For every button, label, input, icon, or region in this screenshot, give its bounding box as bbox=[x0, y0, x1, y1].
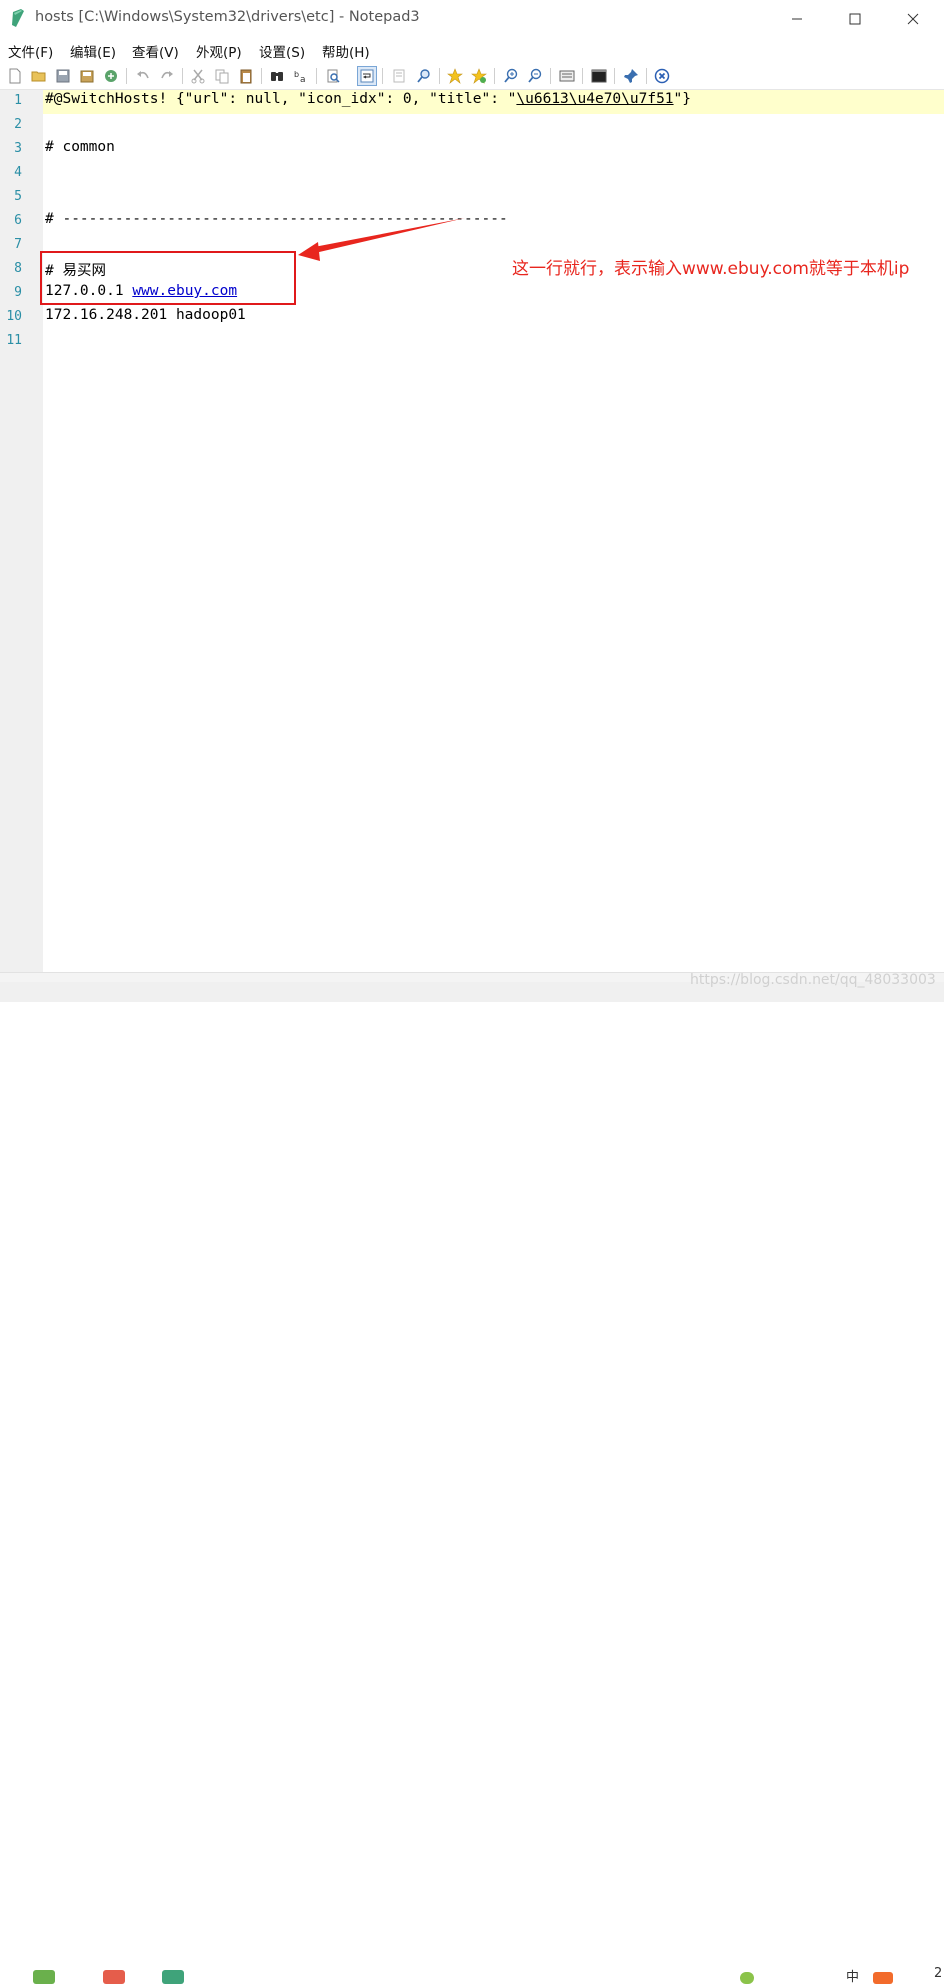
tray-app-icon[interactable] bbox=[740, 1972, 754, 1984]
input-method-indicator[interactable]: 中 bbox=[846, 1966, 859, 1985]
taskbar-app-icon[interactable] bbox=[33, 1970, 55, 1984]
taskbar-app-icon[interactable] bbox=[103, 1970, 125, 1984]
annotation-arrow-icon bbox=[298, 218, 465, 261]
tray-app-icon[interactable] bbox=[873, 1972, 893, 1984]
watermark-text: https://blog.csdn.net/qq_48033003 bbox=[690, 972, 936, 988]
clock-text[interactable]: 2 bbox=[934, 1966, 942, 1981]
notepad3-taskbar-icon[interactable] bbox=[162, 1970, 184, 1984]
annotation-text: 这一行就行，表示输入www.ebuy.com就等于本机ip bbox=[512, 259, 910, 279]
